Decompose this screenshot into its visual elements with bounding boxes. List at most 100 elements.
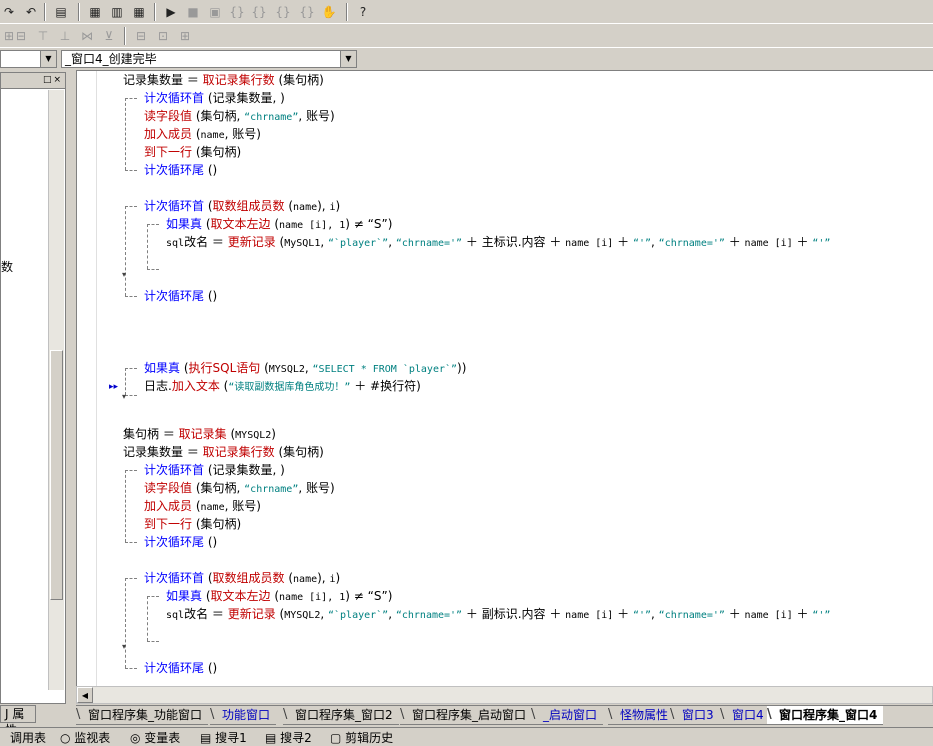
code-token: “S” — [367, 217, 388, 231]
redo-icon[interactable]: ↷ — [0, 3, 18, 21]
code-line[interactable]: 计次循环首 (取数组成员数 (name), i) — [144, 569, 340, 587]
code-line[interactable]: 集句柄 ＝ 取记录集 (MYSQL2) — [123, 425, 276, 443]
code-token: “'” — [632, 610, 652, 621]
object-combo[interactable]: ▼ — [0, 50, 57, 68]
chevron-down-icon[interactable]: ▼ — [340, 51, 356, 67]
code-token: , — [388, 235, 396, 249]
same-width-icon[interactable]: ⊟ — [132, 27, 150, 45]
panel-scrollbar[interactable] — [48, 90, 64, 690]
stop-icon[interactable]: ■ — [184, 3, 202, 21]
code-line[interactable]: 到下一行 (集句柄) — [144, 515, 241, 533]
editor-hscrollbar[interactable]: ◀ — [76, 686, 933, 704]
tab-document[interactable]: 窗口4 — [720, 706, 770, 725]
code-line[interactable]: 计次循环首 (记录集数量, ) — [144, 89, 285, 107]
tab-document[interactable]: _启动窗口 — [531, 706, 604, 725]
tab-document[interactable]: 窗口程序集_功能窗口 — [76, 706, 209, 725]
layout-3-icon[interactable]: ▦ — [130, 3, 148, 21]
code-token: name — [200, 502, 225, 513]
step-over-icon[interactable]: {} — [250, 3, 268, 21]
code-token: “chrname='” — [658, 610, 725, 621]
code-line[interactable]: 如果真 (执行SQL语句 (MYSQL2, “SELECT * FROM `pl… — [144, 359, 466, 377]
toolbar-separator — [346, 3, 348, 21]
align-middle-icon[interactable]: ⊤ — [34, 27, 52, 45]
step-out-icon[interactable]: {} — [274, 3, 292, 21]
code-token: 到下一行 — [144, 517, 193, 531]
code-line[interactable]: 读字段值 (集句柄, “chrname”, 账号) — [144, 107, 335, 125]
same-size-icon[interactable]: ⊞ — [176, 27, 194, 45]
code-token: ( — [260, 361, 269, 375]
code-line[interactable]: 计次循环尾 () — [144, 533, 217, 551]
space-vertical-icon[interactable]: ⊻ — [100, 27, 118, 45]
step-into-icon[interactable]: {} — [228, 3, 246, 21]
code-line[interactable]: 读字段值 (集句柄, “chrname”, 账号) — [144, 479, 335, 497]
tab-document[interactable]: 怪物属性 — [608, 706, 675, 725]
code-token: 计次循环尾 — [144, 289, 205, 303]
tab-document[interactable]: 窗口程序集_窗口2 — [283, 706, 399, 725]
loop-guide-tick — [147, 269, 159, 270]
code-token: 日志. — [144, 379, 172, 393]
code-line[interactable]: 如果真 (取文本左边 (name [i], 1) ≠ “S”) — [166, 215, 392, 233]
run-icon[interactable]: ▶ — [162, 3, 180, 21]
undo-icon[interactable]: ↶ — [22, 3, 40, 21]
code-token: () — [204, 163, 218, 177]
space-horizontal-icon[interactable]: ⋈ — [78, 27, 96, 45]
same-height-icon[interactable]: ⊡ — [154, 27, 172, 45]
code-line[interactable]: 到下一行 (集句柄) — [144, 143, 241, 161]
code-line[interactable]: 如果真 (取文本左边 (name [i], 1) ≠ “S”) — [166, 587, 392, 605]
code-line[interactable]: sql改名 ＝ 更新记录 (MYSQL2, “`player`”, “chrna… — [166, 605, 830, 623]
code-line[interactable]: 日志.加入文本 (“读取副数据库角色成功！” ＋ #换行符) — [144, 377, 421, 395]
code-token: (集句柄) — [192, 517, 242, 531]
tab-document[interactable]: 窗口程序集_窗口4 — [767, 706, 884, 725]
align-bottom-icon[interactable]: ⊥ — [56, 27, 74, 45]
code-token: name — [293, 202, 318, 213]
bottom-tab-label: 搜寻2 — [280, 731, 312, 745]
code-line[interactable]: 计次循环尾 () — [144, 287, 217, 305]
bottom-tab[interactable]: ○ 监视表 — [60, 730, 110, 746]
event-combo[interactable]: _窗口4_创建完毕 ▼ — [61, 50, 357, 68]
property-tab[interactable]: J 属性 — [0, 705, 36, 737]
code-token: ( — [284, 571, 294, 585]
combo-bar: ▼ _窗口4_创建完毕 ▼ — [0, 48, 933, 70]
bottom-tab[interactable]: 调用表 — [10, 730, 46, 746]
hand-icon[interactable]: ✋ — [320, 3, 338, 21]
panel-scroll-thumb[interactable] — [50, 350, 63, 600]
step-icon[interactable]: ▣ — [206, 3, 224, 21]
code-line[interactable]: 计次循环首 (记录集数量, ) — [144, 461, 285, 479]
code-token: ＋ — [792, 235, 813, 249]
bottom-tab[interactable]: ▢ 剪辑历史 — [330, 730, 393, 746]
loop-guide-line — [125, 470, 126, 542]
code-line[interactable]: 加入成员 (name, 账号) — [144, 497, 261, 515]
tab-document[interactable]: 功能窗口 — [210, 706, 277, 725]
code-line[interactable]: 计次循环尾 () — [144, 659, 217, 677]
code-line[interactable]: 记录集数量 ＝ 取记录集行数 (集句柄) — [123, 71, 324, 89]
code-token: “S” — [367, 589, 388, 603]
loop-guide-tick — [125, 395, 137, 396]
code-token: ) ≠ — [345, 589, 368, 603]
run-to-cursor-icon[interactable]: {} — [298, 3, 316, 21]
bottom-tab[interactable]: ▤ 搜寻2 — [265, 730, 312, 746]
bottom-tab-icon: ▢ — [330, 731, 346, 745]
code-token: ＋ — [613, 235, 633, 249]
code-line[interactable]: 加入成员 (name, 账号) — [144, 125, 261, 143]
code-token: 读字段值 — [144, 481, 193, 495]
layout-1-icon[interactable]: ▦ — [86, 3, 104, 21]
code-line[interactable]: sql改名 ＝ 更新记录 (MySQL1, “`player`”, “chrna… — [166, 233, 830, 251]
align-top-icon[interactable]: ⊟ — [12, 27, 30, 45]
panel-window-buttons[interactable]: □× — [43, 75, 63, 85]
help-binoculars-icon[interactable]: ? — [354, 3, 372, 21]
loop-guide-tick — [147, 641, 159, 642]
tab-document[interactable]: 窗口程序集_启动窗口 — [400, 706, 533, 725]
code-line[interactable]: 计次循环首 (取数组成员数 (name), i) — [144, 197, 340, 215]
code-line[interactable]: 计次循环尾 () — [144, 161, 217, 179]
bottom-tab[interactable]: ◎ 变量表 — [130, 730, 180, 746]
bottom-tab[interactable]: ▤ 搜寻1 — [200, 730, 247, 746]
bottom-tab-icon: ◎ — [130, 731, 145, 745]
chevron-down-icon[interactable]: ▼ — [40, 51, 56, 67]
code-editor[interactable]: ▸▸ 记录集数量 ＝ 取记录集行数 (集句柄) 计次循环首 (记录集数量, ) 读字… — [76, 70, 933, 686]
scroll-left-icon[interactable]: ◀ — [77, 687, 93, 703]
layout-2-icon[interactable]: ▥ — [108, 3, 126, 21]
search-doc-icon[interactable]: ▤ — [52, 3, 70, 21]
tab-document[interactable]: 窗口3 — [670, 706, 720, 725]
code-line[interactable]: 记录集数量 ＝ 取记录集行数 (集句柄) — [123, 443, 324, 461]
code-token: 加入成员 — [144, 127, 193, 141]
